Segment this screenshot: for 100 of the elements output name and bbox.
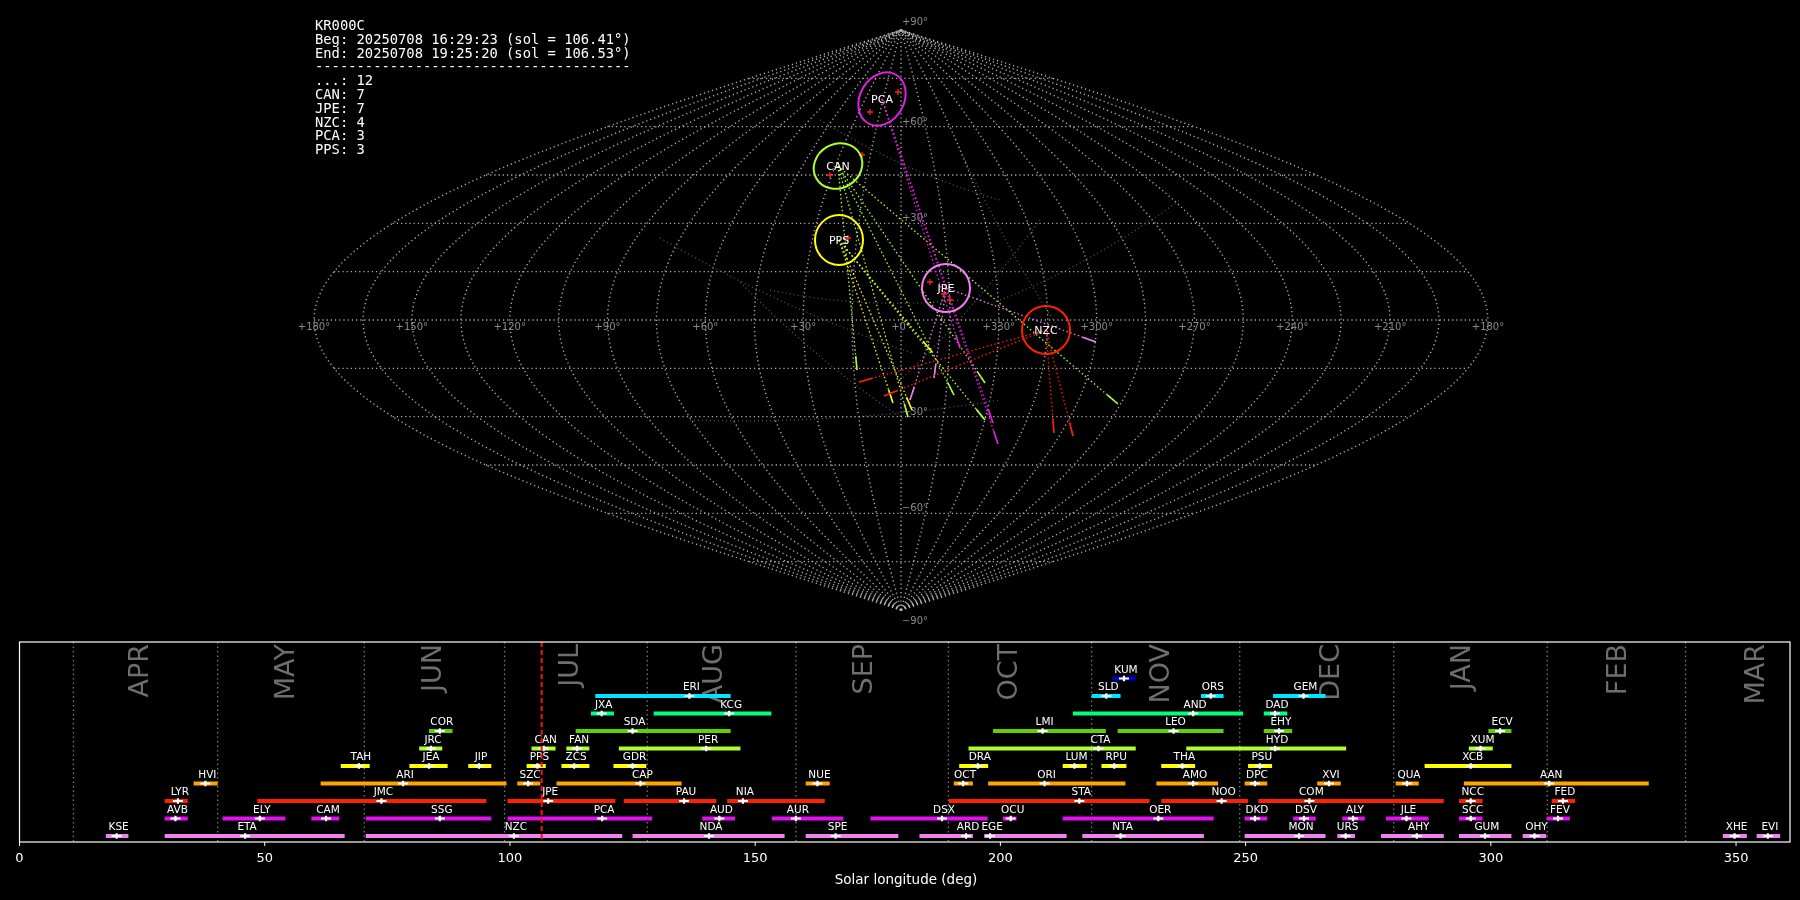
shower-code: SPE	[827, 820, 848, 833]
latitude-label: −90°	[901, 615, 929, 626]
shower-code: MON	[1288, 820, 1314, 833]
shower-code: DSV	[1295, 802, 1317, 815]
peak-marker	[971, 762, 984, 770]
shower-code: XCB	[1462, 750, 1484, 763]
peak-marker	[1038, 779, 1051, 788]
shower-code: EHY	[1270, 715, 1292, 728]
info-line: PPS: 3	[315, 141, 365, 158]
shower-code: NDA	[699, 820, 723, 833]
peak-marker	[723, 709, 736, 718]
radiant-label: CAN	[826, 160, 850, 173]
longitude-label: +240°	[1276, 321, 1309, 332]
shower-code: OHY	[1525, 820, 1548, 833]
peak-marker	[1400, 779, 1414, 788]
shower-code: AAN	[1539, 767, 1563, 780]
shower-code: GUM	[1474, 820, 1500, 833]
peak-marker	[1253, 762, 1266, 770]
shower-code: DSX	[933, 802, 955, 815]
peak-marker	[1322, 779, 1336, 788]
shower-code: JIP	[474, 750, 488, 763]
peak-marker	[595, 709, 608, 718]
shower-code: JMC	[373, 785, 394, 798]
shower-code: XVI	[1322, 767, 1340, 780]
shower-code: SZC	[519, 767, 541, 780]
peak-marker	[522, 779, 535, 788]
radiant-label: NZC	[1034, 324, 1058, 337]
peak-marker	[1268, 744, 1282, 753]
info-line: NZC: 4	[315, 113, 365, 130]
shower-code: NTA	[1112, 820, 1133, 833]
shower-code: DAD	[1265, 697, 1289, 710]
peak-marker	[1187, 779, 1200, 788]
shower-code: XHE	[1725, 820, 1748, 833]
peak-marker	[422, 762, 436, 770]
peak-marker	[1556, 797, 1569, 805]
shower-code: OER	[1149, 802, 1172, 815]
peak-marker	[1092, 744, 1105, 753]
shower-code: KSE	[108, 820, 129, 833]
shower-code: CTA	[1090, 732, 1111, 745]
peak-marker	[571, 744, 584, 753]
shower-code: PAU	[675, 785, 697, 798]
shower-code: JXA	[594, 697, 613, 710]
peak-marker	[1068, 762, 1081, 770]
peak-marker	[702, 832, 716, 840]
month-label: SEP	[846, 644, 878, 695]
month-label: JUL	[552, 644, 584, 687]
peak-marker	[239, 832, 252, 840]
shower-code: HVI	[198, 767, 217, 780]
peak-marker	[542, 797, 555, 805]
peak-marker	[472, 762, 486, 770]
shower-code: NIA	[735, 785, 754, 798]
shower-code: OCU	[1001, 802, 1025, 815]
peak-marker	[433, 727, 446, 735]
shower-code: QUA	[1397, 767, 1421, 780]
peak-marker	[1494, 727, 1507, 735]
peak-marker	[433, 814, 446, 823]
peak-marker	[1167, 727, 1180, 735]
longitude-label: +180°	[297, 321, 331, 332]
shower-code: RPU	[1105, 750, 1127, 763]
peak-marker	[1152, 814, 1165, 823]
shower-code: TAH	[350, 750, 372, 763]
shower-code: ZCS	[565, 750, 587, 763]
month-label: APR	[123, 644, 155, 698]
longitude-label: +0°	[891, 321, 911, 332]
radiant-label: PCA	[871, 93, 893, 106]
peak-marker	[1204, 692, 1217, 700]
info-line: KR000C	[315, 17, 365, 33]
shower-code: OCT	[954, 767, 977, 780]
month-label: FEB	[1601, 644, 1633, 696]
peak-marker	[1297, 814, 1311, 823]
peak-marker	[1551, 814, 1565, 823]
shower-code: LYR	[170, 785, 189, 798]
peak-marker	[1478, 832, 1492, 840]
shower-code: SLD	[1098, 680, 1119, 693]
shower-code: STA	[1071, 785, 1092, 798]
shower-code: AUR	[786, 802, 809, 815]
shower-code: CAM	[316, 802, 340, 815]
peak-marker	[1272, 727, 1286, 735]
shower-code: LMI	[1035, 715, 1054, 728]
latitude-label: +60°	[901, 115, 929, 127]
longitude-label: +210°	[1373, 321, 1407, 332]
peak-marker	[634, 779, 647, 788]
shower-code: PCA	[593, 802, 615, 815]
peak-marker	[1215, 797, 1228, 805]
shower-code: ORI	[1037, 767, 1056, 780]
shower-code: CAP	[631, 767, 653, 780]
x-tick-label: 50	[256, 850, 273, 865]
peak-marker	[1474, 744, 1487, 753]
peak-marker	[957, 779, 970, 788]
month-label: NOV	[1144, 644, 1176, 704]
shower-code: KCG	[720, 697, 743, 710]
month-label: JAN	[1444, 644, 1476, 691]
peak-marker	[1728, 832, 1741, 840]
peak-marker	[1248, 814, 1262, 823]
peak-marker	[959, 832, 973, 840]
peak-marker	[1114, 832, 1127, 840]
peak-marker	[626, 762, 639, 770]
longitude-label: +270°	[1178, 321, 1211, 332]
shower-code: URS	[1336, 820, 1359, 833]
peak-marker	[568, 762, 581, 770]
